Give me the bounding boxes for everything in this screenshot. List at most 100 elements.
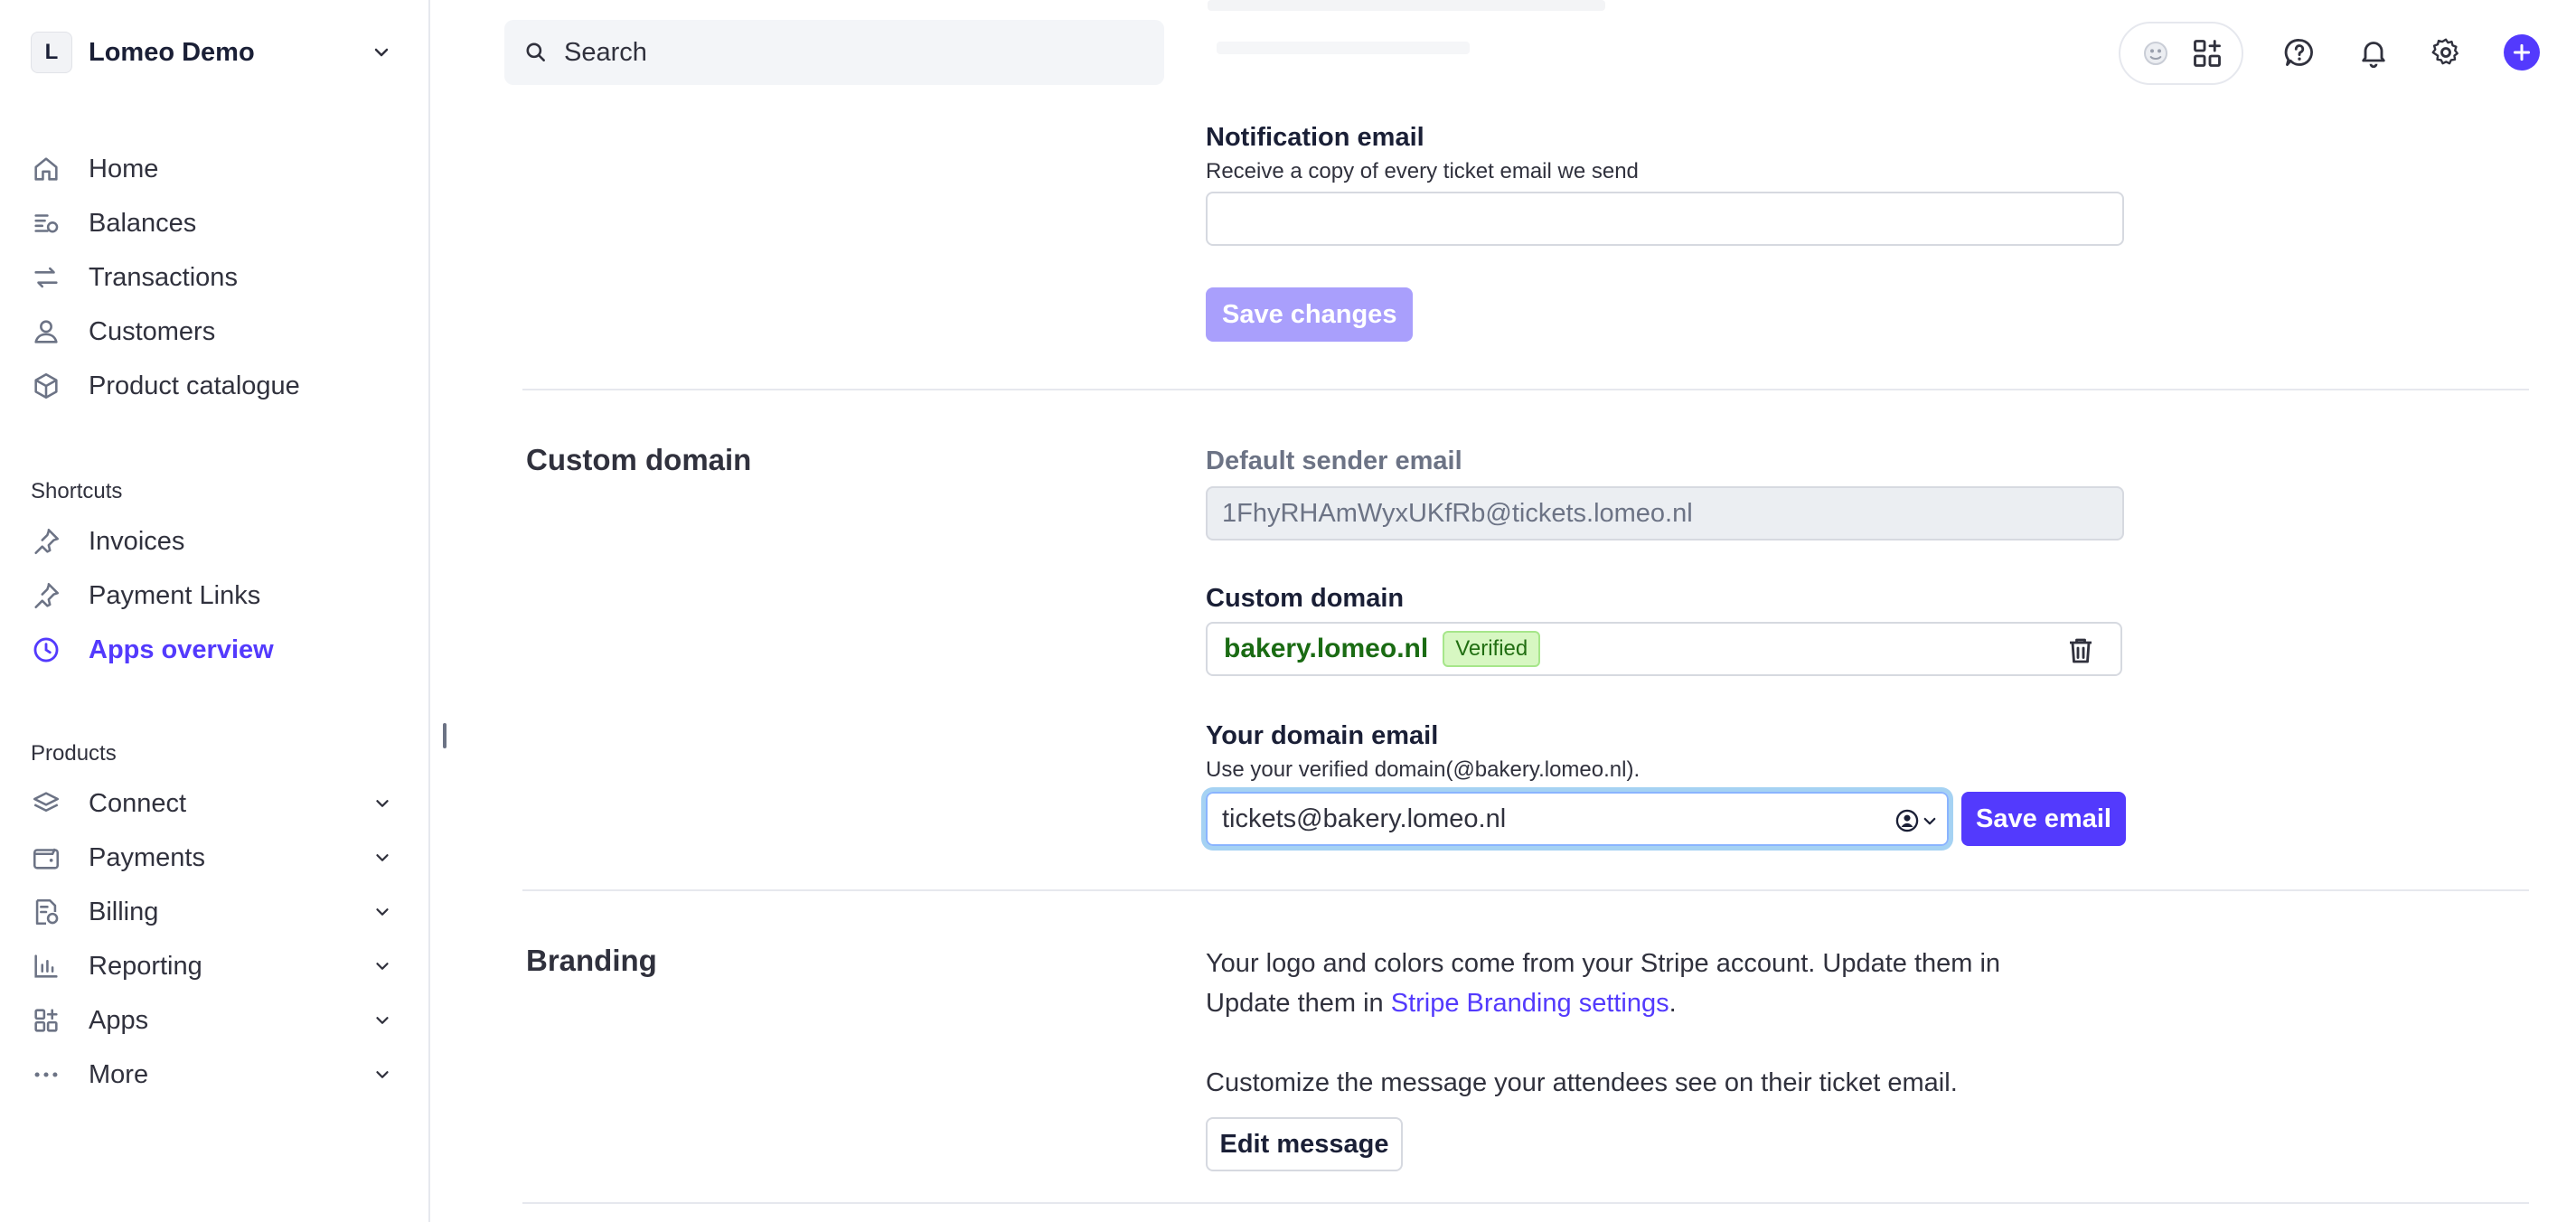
section-divider [522,389,2529,390]
sidebar-item-label: Payments [89,842,205,872]
pin-icon [31,526,61,557]
shortcuts-heading: Shortcuts [31,479,123,503]
chevron-down-icon [376,854,389,861]
sidebar-item-label: Balances [89,208,197,238]
customers-icon [31,316,61,347]
reporting-icon [31,951,61,982]
sidebar-item-apps-overview[interactable]: Apps overview [31,627,392,672]
account-avatar: L [31,32,72,73]
create-button[interactable] [2504,34,2540,70]
sidebar-item-reporting[interactable]: Reporting [31,944,392,989]
wallet-icon [31,842,61,873]
section-divider [522,889,2529,891]
default-sender-email-label: Default sender email [1206,446,1462,475]
sidebar-item-label: Apps overview [89,634,274,664]
balances-icon [31,208,61,239]
sidebar-item-payments[interactable]: Payments [31,835,392,880]
save-email-button[interactable]: Save email [1961,792,2126,846]
branding-description: Your logo and colors come from your Stri… [1206,944,2000,1023]
domain-email-help: Use your verified domain(@bakery.lomeo.n… [1206,757,1641,782]
trash-icon[interactable] [2064,634,2097,667]
scrolled-content-remnant [1217,42,1470,54]
sidebar-item-label: Connect [89,788,187,818]
sidebar-item-label: Customers [89,316,216,346]
sidebar-item-product-catalogue[interactable]: Product catalogue [31,363,392,409]
product-catalogue-icon [31,371,61,401]
domain-email-label: Your domain email [1206,721,1439,750]
sidebar-item-label: Transactions [89,262,238,292]
password-manager-icon[interactable] [1894,808,1920,833]
sidebar-item-label: Product catalogue [89,371,300,400]
connect-icon [31,788,61,819]
edit-message-button[interactable]: Edit message [1206,1117,1403,1171]
branding-line-2: Update them in Stripe Branding settings. [1206,983,2000,1023]
account-name: Lomeo Demo [89,37,255,67]
chevron-down-icon [376,1071,389,1078]
chevron-down-icon [376,908,389,916]
gear-icon[interactable] [2428,34,2464,70]
sidebar-item-payment-links[interactable]: Payment Links [31,573,392,618]
pin-icon [31,580,61,611]
sidebar-item-label: Invoices [89,526,185,556]
chevron-down-icon [374,48,389,57]
sidebar-item-connect[interactable]: Connect [31,781,392,826]
sidebar-item-billing[interactable]: Billing [31,889,392,935]
sidebar-item-home[interactable]: Home [31,146,392,192]
sidebar-item-customers[interactable]: Customers [31,309,392,354]
app-shortcuts-pill [2119,22,2243,85]
sidebar-item-label: Home [89,154,159,183]
branding-line-2-prefix: Update them in [1206,989,1391,1018]
clock-icon [31,634,61,665]
custom-domain-field: bakery.lomeo.nl Verified [1206,622,2122,676]
custom-domain-value: bakery.lomeo.nl [1224,634,1429,663]
sidebar-item-apps[interactable]: Apps [31,998,392,1043]
transactions-icon [31,262,61,293]
products-heading: Products [31,741,117,766]
chevron-down-icon [376,963,389,970]
sidebar-item-label: Payment Links [89,580,261,610]
customize-message-text: Customize the message your attendees see… [1206,1068,1958,1097]
sidebar: L Lomeo Demo Home Balances Transactions … [0,0,430,1222]
chevron-down-icon [376,1017,389,1024]
sidebar-item-balances[interactable]: Balances [31,201,392,246]
status-badge: Verified [1443,631,1541,667]
search-bar[interactable] [504,20,1164,85]
branding-section-title: Branding [526,944,657,977]
sidebar-item-label: Reporting [89,951,202,981]
branding-line-1: Your logo and colors come from your Stri… [1206,949,2001,978]
sidebar-item-label: Apps [89,1005,149,1035]
chevron-down-icon[interactable] [1922,813,1938,830]
sidebar-item-invoices[interactable]: Invoices [31,519,392,564]
stripe-branding-settings-link[interactable]: Stripe Branding settings [1391,989,1669,1018]
custom-domain-label: Custom domain [1206,584,1405,613]
chevron-down-icon [376,800,389,807]
sidebar-item-more[interactable]: More [31,1052,392,1097]
default-sender-email-value: 1FhyRHAmWyxUKfRb@tickets.lomeo.nl [1222,498,1693,528]
sidebar-item-transactions[interactable]: Transactions [31,255,392,300]
apps-grid-icon[interactable] [2189,35,2225,71]
branding-line-2-suffix: . [1669,989,1677,1018]
billing-icon [31,897,61,927]
help-icon[interactable] [2281,34,2317,70]
domain-email-field[interactable] [1206,792,1949,846]
notification-email-input[interactable] [1206,192,2124,246]
domain-email-input[interactable] [1222,804,1873,834]
apps-icon [31,1005,61,1036]
notification-email-help: Receive a copy of every ticket email we … [1206,159,1639,183]
search-input[interactable] [564,37,1106,68]
default-sender-email-field: 1FhyRHAmWyxUKfRb@tickets.lomeo.nl [1206,486,2124,540]
custom-domain-section-title: Custom domain [526,443,752,476]
sidebar-item-label: More [89,1059,149,1089]
sidebar-resize-handle[interactable] [443,723,447,748]
bell-icon[interactable] [2355,34,2392,70]
app-logo-icon[interactable] [2138,35,2174,71]
plus-icon [2513,43,2531,61]
account-switcher[interactable]: L Lomeo Demo [31,31,392,74]
save-changes-button[interactable]: Save changes [1206,287,1414,342]
search-icon [526,42,545,61]
scrolled-content-remnant [1208,0,1605,11]
notification-email-label: Notification email [1206,123,1424,152]
more-icon [31,1059,61,1090]
section-divider [522,1202,2529,1204]
sidebar-item-label: Billing [89,897,159,926]
